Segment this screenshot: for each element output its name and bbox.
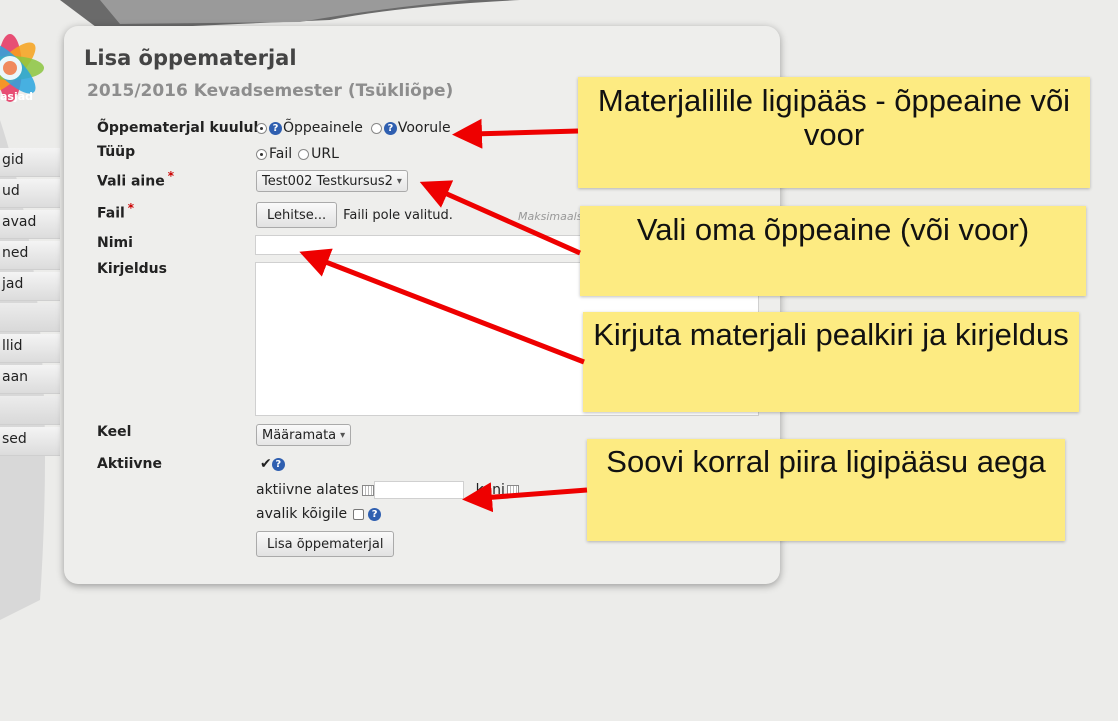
help-icon[interactable]: ?: [383, 121, 397, 135]
active-from-label: aktiivne alates: [256, 482, 359, 498]
add-material-button[interactable]: Lisa õppematerjal: [256, 531, 395, 557]
active-checkbox[interactable]: ✔: [260, 456, 272, 472]
sidebar-item[interactable]: ned: [0, 241, 60, 270]
radio-file-label: Fail: [269, 146, 293, 162]
annotation-title-description: Kirjuta materjali pealkiri ja kirjeldus: [583, 312, 1079, 412]
language-select-wrap: Määramata ▾: [256, 424, 352, 446]
course-select-value: Test002 Testkursus2: [262, 173, 393, 189]
file-label-text: Fail: [97, 205, 125, 222]
semester-subtitle: 2015/2016 Kevadsemester (Tsükliõpe): [87, 81, 454, 101]
page-title: Lisa õppematerjal: [84, 46, 297, 70]
radio-round[interactable]: [370, 122, 382, 134]
sidebar-item[interactable]: llid: [0, 334, 60, 363]
belongs-label: Õppematerjal kuulub: [97, 120, 264, 136]
required-mark: *: [167, 169, 174, 183]
sidebar-item[interactable]: [0, 303, 60, 332]
sidebar-item[interactable]: gid: [0, 148, 60, 177]
public-checkbox[interactable]: [353, 508, 365, 520]
radio-course[interactable]: [256, 122, 267, 134]
annotation-access: Materjalilile ligipääs - õppeaine või vo…: [578, 77, 1090, 188]
radio-url[interactable]: [298, 148, 310, 160]
file-label: Fail *: [97, 201, 134, 222]
radio-url-label: URL: [311, 146, 339, 162]
file-input: Lehitse... Faili pole valitud.: [256, 202, 453, 228]
course-select[interactable]: Test002 Testkursus2 ▾: [256, 170, 408, 192]
calendar-icon[interactable]: [361, 484, 374, 496]
submit-wrap: Lisa õppematerjal: [256, 531, 395, 557]
chevron-down-icon: ▾: [396, 175, 402, 187]
course-select-wrap: Test002 Testkursus2 ▾: [256, 170, 408, 192]
course-label: Vali aine *: [97, 169, 174, 190]
radio-course-label: Õppeainele: [283, 120, 363, 136]
sidebar-item[interactable]: sed: [0, 427, 60, 456]
active-range: aktiivne alates kuni: [256, 481, 519, 499]
active-checkbox-wrap: ✔ ?: [260, 456, 286, 472]
sidebar-menu: gid ud avad ned jad llid aan sed: [0, 148, 60, 458]
chevron-down-icon: ▾: [340, 429, 346, 441]
radio-round-label: Voorule: [397, 120, 451, 136]
active-to-label: kuni: [475, 482, 505, 498]
annotation-time-limit: Soovi korral piira ligipääsu aega: [587, 439, 1065, 541]
flower-logo-icon: [0, 34, 44, 102]
type-radio-group: Fail URL: [256, 146, 339, 162]
sidebar-item[interactable]: ud: [0, 179, 60, 208]
language-select[interactable]: Määramata ▾: [256, 424, 352, 446]
course-label-text: Vali aine: [97, 173, 165, 190]
no-file-text: Faili pole valitud.: [343, 207, 453, 223]
public-row: avalik kõigile ?: [256, 506, 382, 522]
radio-file[interactable]: [256, 148, 267, 160]
max-size-text: Maksimaals: [518, 210, 583, 223]
active-from-input[interactable]: [373, 481, 464, 499]
name-input[interactable]: [255, 235, 585, 255]
calendar-icon[interactable]: [506, 484, 519, 496]
sidebar-item[interactable]: jad: [0, 272, 60, 301]
annotation-select-course: Vali oma õppeaine (või voor): [580, 206, 1086, 296]
type-label: Tüüp: [97, 144, 136, 160]
name-label: Nimi: [97, 235, 133, 251]
language-select-value: Määramata: [262, 427, 337, 443]
language-label: Keel: [97, 424, 132, 440]
help-icon[interactable]: ?: [271, 457, 285, 471]
browse-button[interactable]: Lehitse...: [256, 202, 338, 228]
help-icon[interactable]: ?: [368, 507, 382, 521]
logo-text: asjad: [0, 90, 34, 103]
description-label: Kirjeldus: [97, 261, 167, 277]
belongs-radio-group: ? Õppeainele ? Voorule: [256, 120, 451, 136]
public-label: avalik kõigile: [256, 506, 348, 522]
sidebar-item[interactable]: aan: [0, 365, 60, 394]
active-label: Aktiivne: [97, 456, 163, 472]
help-icon[interactable]: ?: [269, 121, 282, 135]
sidebar-item[interactable]: avad: [0, 210, 60, 239]
sidebar-item[interactable]: [0, 396, 60, 425]
required-mark: *: [127, 201, 135, 215]
